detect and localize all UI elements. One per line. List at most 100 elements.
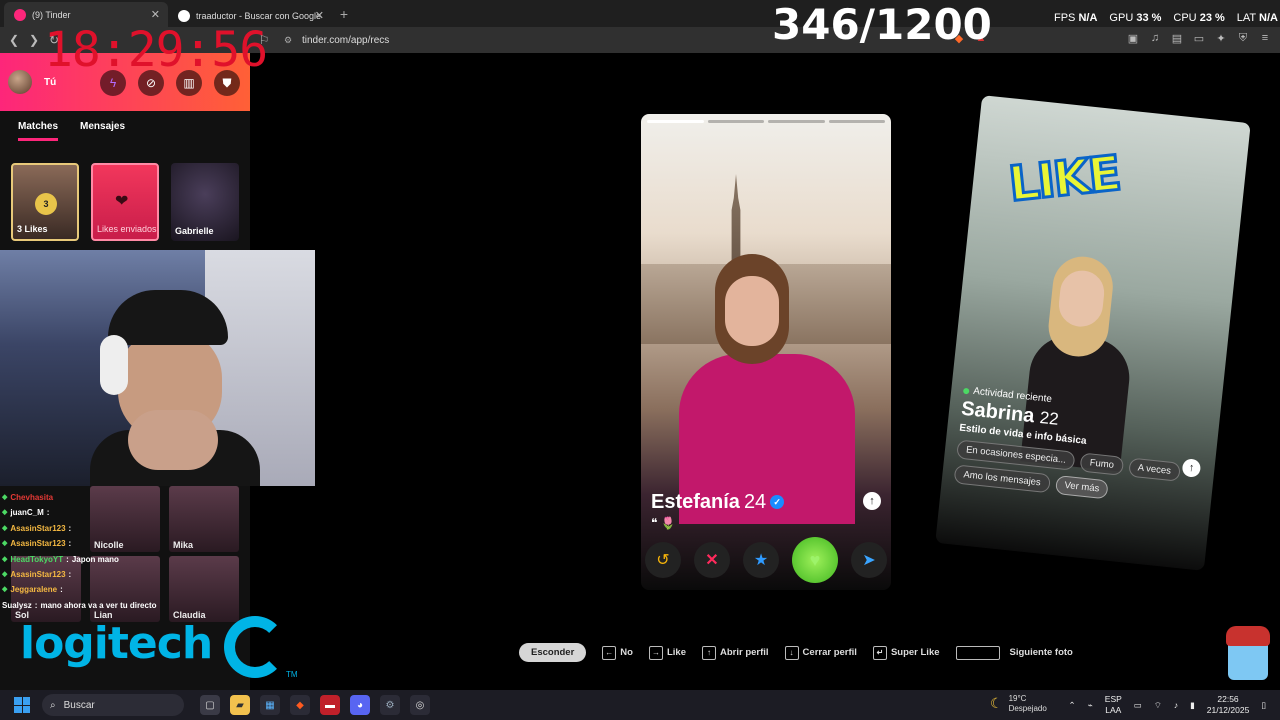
webcam-overlay	[0, 250, 315, 486]
likes-sent-card[interactable]: ❤ Likes enviados	[91, 163, 159, 241]
likes-label: 3 Likes	[17, 224, 48, 235]
battery-icon[interactable]: ▮	[1190, 700, 1195, 711]
hint-label: Like	[666, 647, 686, 658]
chat-badge-icon: ◆	[2, 586, 8, 594]
photo-indicator[interactable]	[707, 120, 764, 123]
person-face	[725, 276, 779, 346]
task-view-icon[interactable]: ▢	[200, 695, 220, 715]
profile-label[interactable]: Tú	[44, 77, 56, 88]
super-like-button[interactable]: ★	[743, 542, 779, 578]
discord-icon[interactable]: ◕	[350, 695, 370, 715]
media-icon[interactable]: ♫	[1148, 31, 1162, 45]
performance-overlay: FPS N/A GPU 33 % CPU 23 % LAT N/A	[1054, 12, 1278, 24]
chat-badge-icon: ◆	[2, 524, 8, 532]
tab-messages[interactable]: Mensajes	[80, 121, 125, 141]
open-profile-icon[interactable]: ↑	[863, 492, 881, 510]
chat-badge-icon: ◆	[2, 494, 8, 501]
windows-taskbar: ⌕ Buscar ▢ ▰ ▦ ◆ ▬ ◕ ⚙ ◎ ☾ 19°C Despejado…	[0, 690, 1280, 720]
chat-user: Sualysz	[2, 600, 32, 610]
store-icon[interactable]: ▦	[260, 695, 280, 715]
app-icon[interactable]: ◎	[410, 695, 430, 715]
hide-hints-button[interactable]: Esconder	[519, 643, 587, 662]
forward-button[interactable]: ❯	[24, 30, 44, 50]
close-tab-icon[interactable]: ✕	[151, 8, 160, 21]
likes-count-badge: 3	[35, 193, 57, 215]
screenshot-icon[interactable]: ▣	[1126, 31, 1140, 45]
match-card[interactable]: Mika	[169, 486, 239, 552]
language-indicator[interactable]: ESP LAA	[1105, 694, 1122, 716]
chat-user: AsasinStar123	[10, 539, 66, 549]
chevron-up-icon[interactable]: ⌃	[1069, 700, 1076, 711]
language-code: ESP	[1104, 693, 1122, 704]
hint-label: Super Like	[890, 647, 940, 658]
chat-separator: :	[68, 539, 72, 549]
taskbar-search[interactable]: ⌕ Buscar	[42, 694, 184, 716]
liked-profile-card: LIKE Actividad reciente Sabrina 22 Estil…	[935, 95, 1251, 571]
sponsor-logo: logitech TM	[6, 612, 298, 690]
mascot-hair	[1226, 626, 1270, 646]
display-icon[interactable]: ▭	[1134, 700, 1142, 711]
gpu-value: 33 %	[1136, 12, 1162, 24]
site-info-icon[interactable]: ⚙	[284, 35, 294, 45]
chat-badge-icon: ◆	[2, 540, 8, 548]
avatar[interactable]	[8, 70, 32, 94]
left-arrow-key-icon: ←	[602, 645, 617, 660]
chat-text: Japon mano	[71, 554, 119, 564]
streamer-hands	[128, 410, 218, 470]
online-dot-icon	[962, 387, 970, 394]
weather-widget[interactable]: ☾ 19°C Despejado	[990, 694, 1047, 714]
pixel-mascot	[1224, 624, 1272, 682]
streamer-figure	[90, 290, 260, 486]
notifications-icon[interactable]: ▯	[1261, 700, 1266, 711]
chip: Fumo	[1079, 452, 1124, 476]
boost-button[interactable]: ➤	[851, 542, 887, 578]
see-more-button[interactable]: Ver más	[1054, 474, 1110, 500]
hint-no: ← No	[602, 645, 633, 660]
photo-indicator[interactable]	[647, 120, 704, 123]
chat-user: AsasinStar123	[10, 570, 66, 580]
leo-icon[interactable]: ✦	[1214, 31, 1228, 45]
like-button[interactable]: ♥	[792, 537, 838, 583]
menu-icon[interactable]: ≡	[1258, 31, 1272, 45]
chat-message: ◆ AsasinStar123:	[2, 536, 157, 551]
enter-key-icon: ↵	[872, 645, 887, 660]
chat-badge-icon: ◆	[2, 571, 8, 579]
chat-message: ◆ HeadTokyoYT: Japon mano	[2, 552, 157, 567]
match-name: Gabrielle	[175, 226, 214, 237]
volume-icon[interactable]: ♪	[1174, 700, 1178, 710]
wifi-icon[interactable]: ⌔	[1154, 700, 1162, 711]
close-tab-icon[interactable]: ✕	[315, 9, 324, 22]
wallet-icon[interactable]: ▭	[1192, 31, 1206, 45]
tab-matches[interactable]: Matches	[18, 121, 59, 141]
fps-readout: FPS N/A	[1054, 12, 1097, 24]
lat-readout: LAT N/A	[1237, 12, 1278, 24]
time: 22:56	[1217, 693, 1239, 704]
hint-label: No	[620, 647, 633, 658]
new-tab-button[interactable]: +	[332, 0, 356, 27]
hearts-sent-icon: ❤	[115, 193, 129, 210]
sidebar-icon[interactable]: ▤	[1170, 31, 1184, 45]
likes-card[interactable]: 3 3 Likes	[11, 163, 79, 241]
profile-card[interactable]: Estefanía 24 ✓ ❝ 🌷 ↑ ↺ ✕ ★ ♥ ➤	[641, 114, 891, 590]
weather-text: 19°C Despejado	[1009, 694, 1047, 714]
chat-separator: :	[34, 600, 38, 610]
nope-button[interactable]: ✕	[694, 542, 730, 578]
photo-indicator[interactable]	[828, 120, 885, 123]
hint-open-profile: ↑ Abrir perfil	[701, 645, 769, 660]
clock[interactable]: 22:56 21/12/2025	[1207, 694, 1250, 716]
match-card[interactable]: Gabrielle	[171, 163, 239, 241]
settings-icon[interactable]: ⚙	[380, 695, 400, 715]
photo-indicator[interactable]	[768, 120, 825, 123]
file-explorer-icon[interactable]: ▰	[230, 695, 250, 715]
weather-status: Despejado	[1008, 704, 1047, 713]
rewind-button[interactable]: ↺	[645, 542, 681, 578]
chat-badge-icon: ◆	[2, 509, 8, 517]
windows-start-icon[interactable]	[14, 697, 30, 713]
temperature: 19°C	[1008, 694, 1027, 703]
chat-text: mano ahora va a ver tu directo	[40, 600, 157, 610]
vpn-icon[interactable]: ⛨	[1236, 31, 1250, 45]
back-button[interactable]: ❮	[4, 30, 24, 50]
brave-icon[interactable]: ◆	[290, 695, 310, 715]
network-icon[interactable]: ⌁	[1088, 700, 1093, 711]
obs-icon[interactable]: ▬	[320, 695, 340, 715]
